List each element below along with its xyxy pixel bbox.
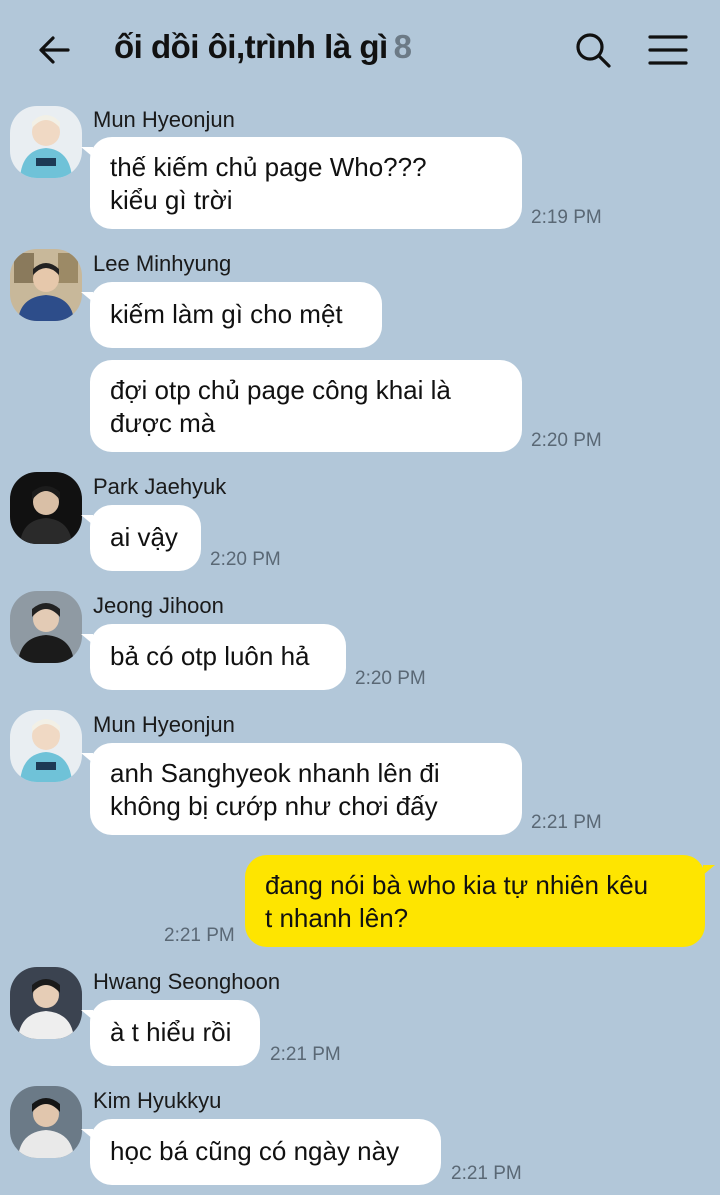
avatar-image — [10, 1086, 82, 1158]
message-bubble[interactable]: đợi otp chủ page công khai là được mà — [90, 360, 522, 452]
message-text: đợi otp chủ page công khai là được mà — [110, 375, 451, 438]
message-text: à t hiểu rồi — [110, 1017, 232, 1047]
message-text: anh Sanghyeok nhanh lên đi không bị cướp… — [110, 758, 440, 821]
message-time: 2:19 PM — [531, 207, 602, 228]
avatar[interactable] — [10, 710, 82, 782]
message-bubble-outgoing[interactable]: đang nói bà who kia tự nhiên kêu t nhanh… — [245, 855, 715, 947]
hamburger-menu-icon — [648, 35, 688, 65]
avatar-image — [10, 249, 82, 321]
avatar-image — [10, 472, 82, 544]
message-text: học bá cũng có ngày này — [110, 1136, 400, 1166]
avatar[interactable] — [10, 1086, 82, 1158]
message-time: 2:21 PM — [270, 1044, 341, 1065]
message-bubble[interactable]: học bá cũng có ngày này — [81, 1119, 441, 1185]
search-button[interactable] — [573, 30, 613, 70]
message-bubble[interactable]: à t hiểu rồi — [81, 1000, 260, 1066]
member-count: 8 — [393, 28, 412, 65]
back-button[interactable] — [34, 30, 74, 70]
message-time: 2:20 PM — [210, 549, 281, 570]
chat-title: ối dồi ôi,trình là gì 8 — [114, 28, 412, 66]
message-time: 2:20 PM — [355, 668, 426, 689]
message-bubble[interactable]: ai vậy — [81, 505, 201, 571]
avatar[interactable] — [10, 249, 82, 321]
search-icon — [576, 33, 611, 68]
avatar[interactable] — [10, 106, 82, 178]
message-time: 2:21 PM — [164, 925, 235, 946]
message-bubble[interactable]: kiếm làm gì cho mệt — [81, 282, 382, 348]
sender-name: Lee Minhyung — [93, 251, 232, 276]
arrow-left-icon — [39, 36, 70, 64]
avatar-image — [10, 710, 82, 782]
message-text: đang nói bà who kia tự nhiên kêu t nhanh… — [265, 870, 649, 933]
message-text: kiếm làm gì cho mệt — [110, 299, 343, 329]
sender-name: Hwang Seonghoon — [93, 969, 281, 994]
message-text: bả có otp luôn hả — [110, 641, 310, 671]
avatar[interactable] — [10, 472, 82, 544]
avatar-image — [10, 591, 82, 663]
chat-title-text: ối dồi ôi,trình là gì — [114, 28, 388, 65]
sender-name: Kim Hyukkyu — [93, 1088, 222, 1113]
menu-button[interactable] — [648, 32, 688, 68]
message-time: 2:20 PM — [531, 430, 602, 451]
message-time: 2:21 PM — [531, 812, 602, 833]
avatar[interactable] — [10, 591, 82, 663]
message-text: thế kiếm chủ page Who??? kiểu gì trời — [110, 152, 427, 215]
avatar[interactable] — [10, 967, 82, 1039]
message-bubble[interactable]: bả có otp luôn hả — [81, 624, 346, 690]
avatar-image — [10, 967, 82, 1039]
message-time: 2:21 PM — [451, 1163, 522, 1184]
message-bubble[interactable]: thế kiếm chủ page Who??? kiểu gì trời — [81, 137, 522, 229]
sender-name: Mun Hyeonjun — [93, 712, 235, 737]
sender-name: Jeong Jihoon — [93, 593, 224, 618]
message-text: ai vậy — [110, 522, 178, 552]
chat-header: ối dồi ôi,trình là gì 8 — [0, 0, 720, 100]
sender-name: Park Jaehyuk — [93, 474, 227, 499]
avatar-image — [10, 106, 82, 178]
sender-name: Mun Hyeonjun — [93, 107, 235, 132]
message-bubble[interactable]: anh Sanghyeok nhanh lên đi không bị cướp… — [81, 743, 522, 835]
